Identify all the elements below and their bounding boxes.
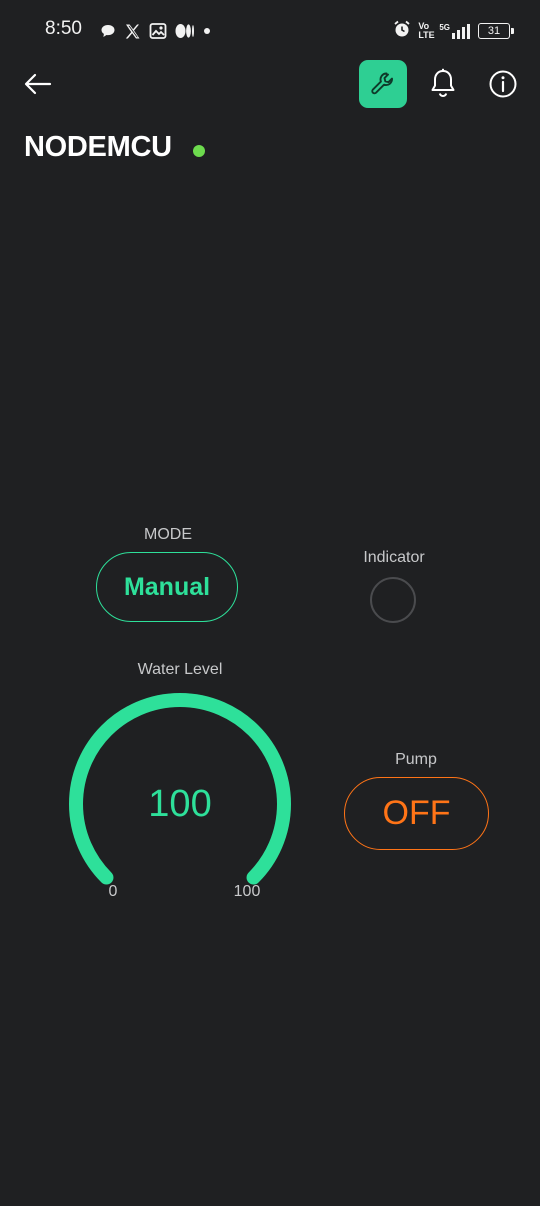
- bell-icon: [431, 68, 455, 97]
- arrow-left-icon: [24, 73, 52, 95]
- gallery-icon: [149, 22, 167, 40]
- notification-icons: [100, 20, 211, 42]
- gauge-min-label: 0: [108, 883, 118, 900]
- notifications-button[interactable]: [427, 67, 459, 101]
- signal-5g-icon: 5G: [439, 23, 471, 40]
- dot-icon: [203, 27, 211, 35]
- info-button[interactable]: [487, 68, 519, 100]
- volte-icon: Vo LTE: [418, 21, 435, 40]
- indicator-led: [370, 577, 416, 623]
- battery-indicator: 31: [478, 23, 514, 39]
- system-status-icons: Vo LTE 5G 31: [393, 18, 514, 44]
- water-level-label: Water Level: [137, 661, 223, 678]
- mode-button[interactable]: Manual: [96, 552, 238, 622]
- status-time: 8:50: [45, 18, 82, 39]
- alarm-icon: [393, 20, 411, 43]
- gauge-max-label: 100: [233, 883, 261, 900]
- x-logo-icon: [124, 23, 141, 40]
- wrench-icon: [371, 72, 393, 95]
- indicator-label: Indicator: [363, 549, 425, 566]
- info-icon: [489, 70, 517, 98]
- medium-logo-icon: [175, 23, 195, 39]
- device-title: NODEMCU: [24, 131, 172, 163]
- back-button[interactable]: [22, 70, 54, 98]
- settings-button[interactable]: [359, 60, 407, 108]
- online-status-dot: [193, 145, 205, 157]
- water-level-value: 100: [148, 783, 212, 825]
- pump-toggle-button[interactable]: OFF: [344, 777, 489, 850]
- chat-bubble-icon: [100, 23, 116, 39]
- pump-label: Pump: [395, 751, 437, 768]
- mode-label: MODE: [144, 526, 192, 543]
